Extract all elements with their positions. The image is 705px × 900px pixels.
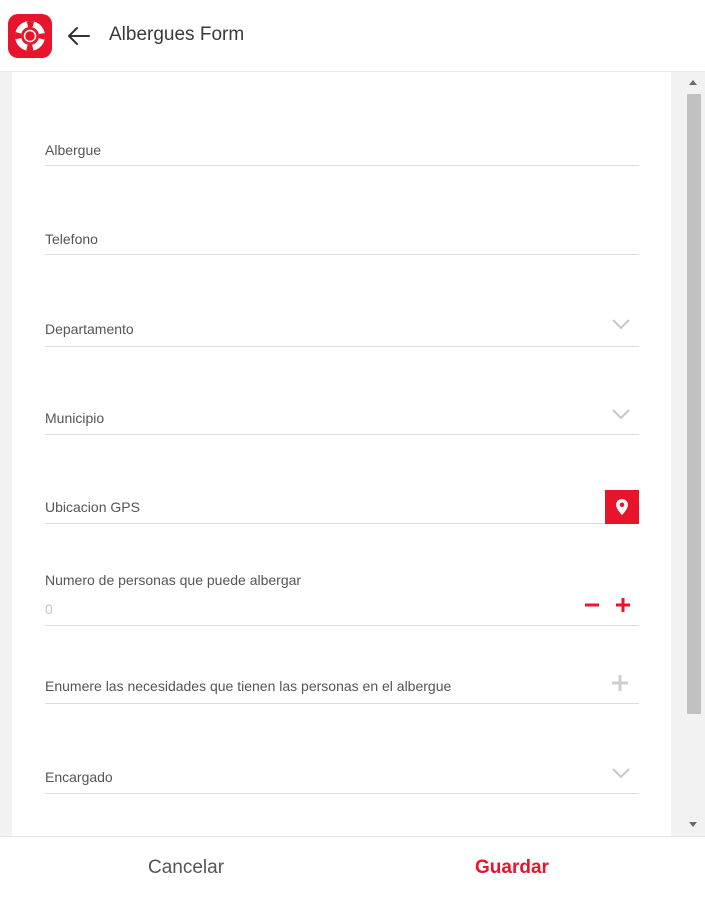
albergue-form: Albergue Telefono Departamento Municipio… bbox=[12, 72, 671, 836]
add-necesidad-button[interactable] bbox=[610, 673, 630, 693]
minus-icon bbox=[585, 603, 599, 607]
chevron-down-icon bbox=[612, 319, 630, 330]
departamento-select[interactable]: Departamento bbox=[45, 292, 639, 347]
scrollbar-thumb[interactable] bbox=[687, 94, 701, 714]
scrollbar[interactable] bbox=[683, 72, 705, 836]
decrement-button[interactable] bbox=[582, 595, 602, 615]
back-button[interactable] bbox=[64, 22, 94, 50]
save-button[interactable]: Guardar bbox=[475, 857, 549, 879]
plus-icon bbox=[616, 598, 630, 612]
telefono-field[interactable]: Telefono bbox=[45, 202, 639, 255]
form-footer: Cancelar Guardar bbox=[0, 836, 705, 900]
chevron-down-icon bbox=[612, 409, 630, 420]
increment-button[interactable] bbox=[613, 595, 633, 615]
page-title: Albergues Form bbox=[109, 24, 245, 45]
scroll-down-arrow-icon[interactable] bbox=[689, 822, 697, 827]
chevron-down-icon bbox=[612, 768, 630, 779]
albergue-field[interactable]: Albergue bbox=[45, 114, 639, 166]
cancel-button[interactable]: Cancelar bbox=[148, 857, 224, 879]
personas-label: Numero de personas que puede albergar bbox=[45, 572, 302, 588]
map-pin-icon bbox=[616, 499, 628, 515]
gps-field[interactable]: Ubicacion GPS bbox=[45, 472, 639, 524]
departamento-label: Departamento bbox=[45, 321, 134, 337]
municipio-select[interactable]: Municipio bbox=[45, 382, 639, 435]
plus-icon bbox=[612, 675, 628, 691]
telefono-label: Telefono bbox=[45, 231, 98, 247]
app-header: Albergues Form bbox=[0, 0, 705, 72]
personas-stepper[interactable]: Numero de personas que puede albergar 0 bbox=[45, 562, 639, 626]
albergue-label: Albergue bbox=[45, 142, 102, 158]
gps-location-button[interactable] bbox=[605, 490, 639, 524]
necesidades-field[interactable]: Enumere las necesidades que tienen las p… bbox=[45, 662, 639, 704]
form-scroll-area: Albergue Telefono Departamento Municipio… bbox=[0, 72, 705, 836]
necesidades-label: Enumere las necesidades que tienen las p… bbox=[45, 678, 452, 694]
scroll-up-arrow-icon[interactable] bbox=[689, 80, 697, 85]
encargado-label: Encargado bbox=[45, 769, 113, 785]
gps-label: Ubicacion GPS bbox=[45, 499, 140, 515]
arrow-left-icon bbox=[68, 27, 90, 45]
personas-value: 0 bbox=[45, 601, 53, 617]
lifebuoy-icon[interactable] bbox=[8, 14, 52, 58]
municipio-label: Municipio bbox=[45, 410, 105, 426]
encargado-select[interactable]: Encargado bbox=[45, 742, 639, 794]
